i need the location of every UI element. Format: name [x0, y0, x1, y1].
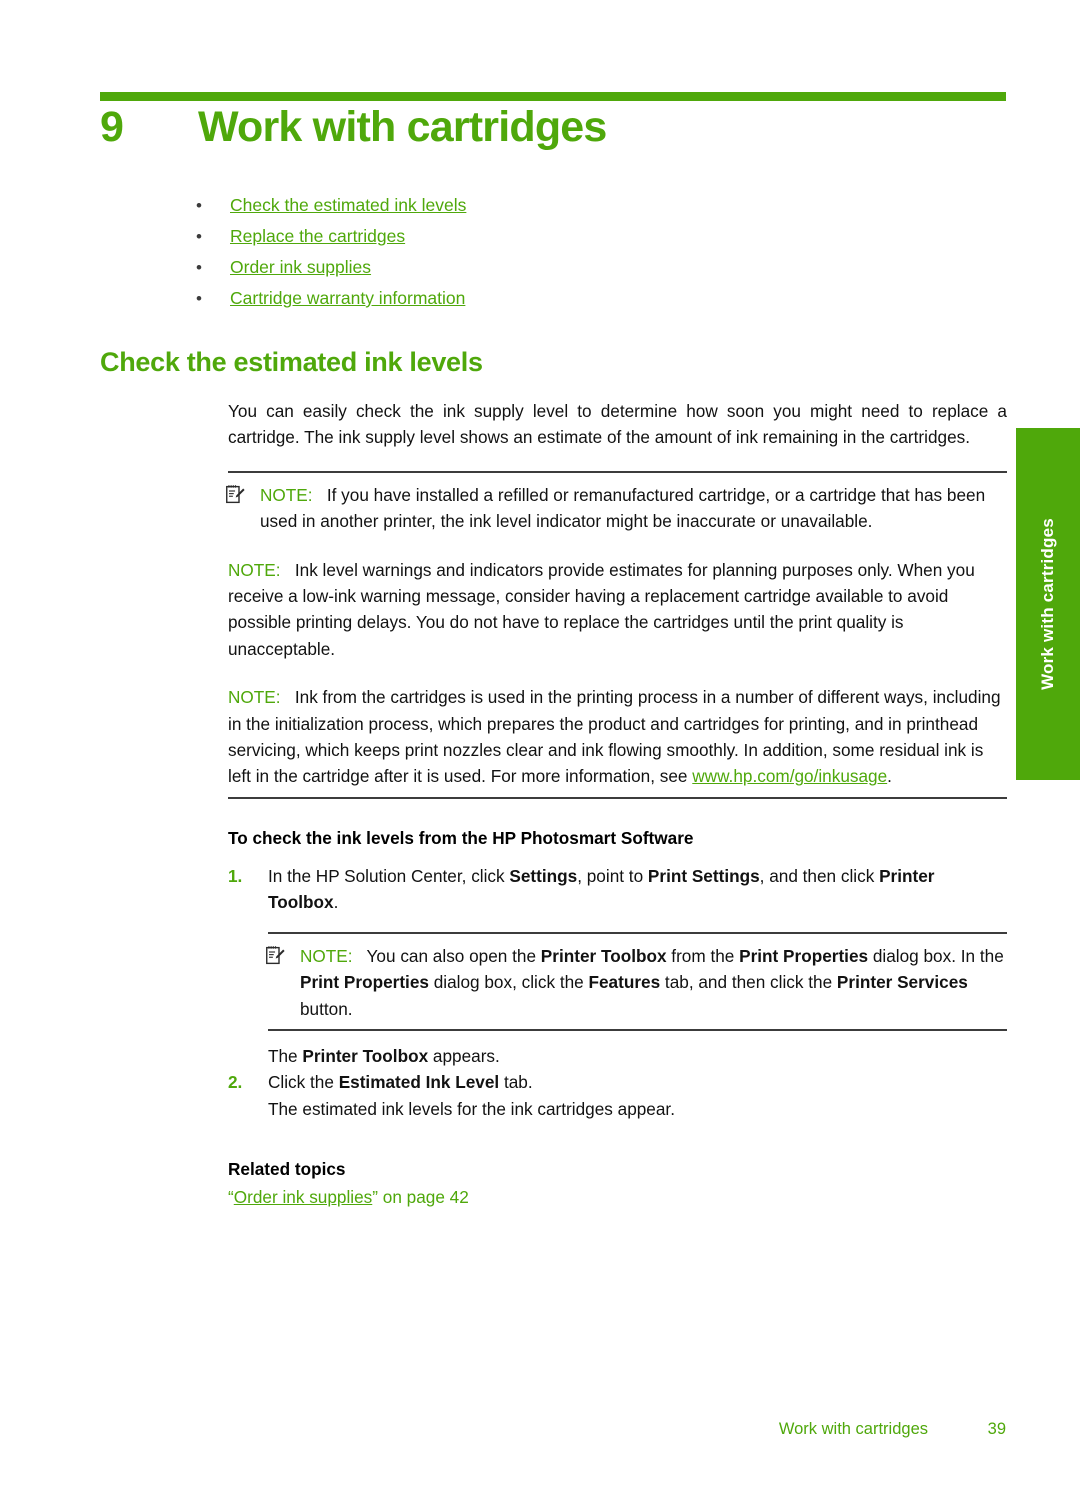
step-1-t2: , point to	[577, 865, 648, 886]
note-pencil-icon	[226, 485, 245, 503]
step-1-b2: Print Settings	[647, 865, 760, 886]
page-footer: Work with cartridges 39	[100, 1420, 1006, 1439]
note-2-text: NOTE: Ink level warnings and indicators …	[228, 560, 975, 659]
toc-link-replace-cartridges[interactable]: Replace the cartridges	[230, 221, 405, 251]
list-item[interactable]: • Order ink supplies	[196, 252, 896, 283]
toc-link-order-ink-supplies[interactable]: Order ink supplies	[230, 252, 371, 282]
chapter-toc-list: • Check the estimated ink levels • Repla…	[196, 190, 896, 314]
step-1-number: 1.	[228, 865, 243, 886]
nested-b3: Print Properties	[300, 972, 429, 993]
note-label: NOTE:	[260, 484, 313, 505]
step-1-result: The Printer Toolbox appears.	[268, 1043, 1007, 1069]
nested-t3: dialog box. In the	[868, 945, 1004, 966]
note-3-body-part-2: .	[887, 766, 892, 787]
note-label: NOTE:	[228, 559, 281, 580]
list-item[interactable]: • Check the estimated ink levels	[196, 190, 896, 221]
chapter-title: Work with cartridges	[198, 103, 607, 151]
list-item[interactable]: • Replace the cartridges	[196, 221, 896, 252]
procedure-step-1: 1. In the HP Solution Center, click Sett…	[228, 863, 1007, 916]
note-label: NOTE:	[228, 687, 281, 708]
step-1-t3: , and then click	[759, 865, 880, 886]
step-1-text: In the HP Solution Center, click Setting…	[268, 863, 1007, 916]
related-link-order-ink-supplies[interactable]: Order ink supplies	[234, 1187, 373, 1207]
step-2-number: 2.	[228, 1072, 243, 1093]
bullet-icon: •	[196, 258, 202, 277]
procedure-title: To check the ink levels from the HP Phot…	[228, 827, 694, 848]
step-1-t1: In the HP Solution Center, click	[268, 865, 510, 886]
procedure-step-2: 2. Click the Estimated Ink Level tab.	[228, 1069, 1007, 1095]
nested-t1: You can also open the	[366, 945, 541, 966]
nested-t6: button.	[300, 998, 353, 1019]
list-item[interactable]: • Cartridge warranty information	[196, 283, 896, 314]
step-2-result: The estimated ink levels for the ink car…	[268, 1098, 675, 1119]
note-1: NOTE: If you have installed a refilled o…	[226, 473, 1007, 542]
chapter-number: 9	[100, 103, 124, 151]
after-note-b1: Printer Toolbox	[302, 1045, 429, 1066]
chapter-thumb-tab: Work with cartridges	[1016, 428, 1080, 780]
note-3-text: NOTE: Ink from the cartridges is used in…	[228, 687, 1001, 786]
nested-b2: Print Properties	[739, 945, 869, 966]
after-note-t1: The	[268, 1045, 303, 1066]
step-2-b1: Estimated Ink Level	[338, 1072, 500, 1093]
after-note-t2: appears.	[428, 1045, 500, 1066]
step-2-text: Click the Estimated Ink Level tab.	[268, 1069, 1007, 1095]
step-2-t2: tab.	[499, 1072, 533, 1093]
toc-link-cartridge-warranty[interactable]: Cartridge warranty information	[230, 283, 465, 313]
nested-note: NOTE: You can also open the Printer Tool…	[266, 934, 1007, 1029]
chapter-thumb-tab-label: Work with cartridges	[1038, 518, 1057, 690]
footer-chapter-title: Work with cartridges	[778, 1420, 928, 1438]
related-topic-link-row[interactable]: “Order ink supplies” on page 42	[228, 1182, 1007, 1212]
note-pencil-icon	[266, 945, 285, 964]
note-1-text: NOTE: If you have installed a refilled o…	[260, 485, 985, 531]
step-1-b1: Settings	[509, 865, 578, 886]
step-1-t4: .	[333, 892, 339, 913]
note-label: NOTE:	[300, 945, 353, 966]
nested-t4: dialog box, click the	[428, 972, 589, 993]
related-topics-heading: Related topics	[228, 1159, 346, 1180]
bullet-icon: •	[196, 196, 202, 215]
related-link-page-ref: on page 42	[377, 1187, 469, 1208]
nested-t5: tab, and then click the	[660, 972, 837, 993]
nested-b4: Features	[588, 972, 661, 993]
nested-note-text: NOTE: You can also open the Printer Tool…	[300, 946, 1004, 1019]
note-3: NOTE: Ink from the cartridges is used in…	[228, 675, 1007, 797]
document-page: 9 Work with cartridges • Check the estim…	[0, 0, 1080, 1495]
nested-t2: from the	[666, 945, 740, 966]
nested-note-block: NOTE: You can also open the Printer Tool…	[266, 931, 1007, 1031]
note-block-group: NOTE: If you have installed a refilled o…	[226, 470, 1007, 799]
nested-b5: Printer Services	[836, 972, 968, 993]
nested-b1: Printer Toolbox	[540, 945, 667, 966]
section-heading: Check the estimated ink levels	[100, 347, 483, 377]
note-bottom-rule	[228, 796, 1007, 799]
note-2-body: Ink level warnings and indicators provid…	[228, 559, 975, 659]
body-column: You can easily check the ink supply leve…	[226, 398, 1007, 1212]
step-2-t1: Click the	[268, 1072, 339, 1093]
bullet-icon: •	[196, 227, 202, 246]
note-2: NOTE: Ink level warnings and indicators …	[228, 548, 1007, 670]
chapter-rule	[100, 92, 1006, 101]
note-1-body: If you have installed a refilled or rema…	[260, 484, 986, 532]
chapter-header: 9 Work with cartridges	[100, 103, 1010, 152]
section-intro-paragraph: You can easily check the ink supply leve…	[228, 401, 1007, 448]
toc-link-check-ink-levels[interactable]: Check the estimated ink levels	[230, 190, 466, 220]
footer-page-number: 39	[987, 1420, 1006, 1438]
inkusage-url-link[interactable]: www.hp.com/go/inkusage	[692, 766, 887, 786]
bullet-icon: •	[196, 289, 202, 308]
